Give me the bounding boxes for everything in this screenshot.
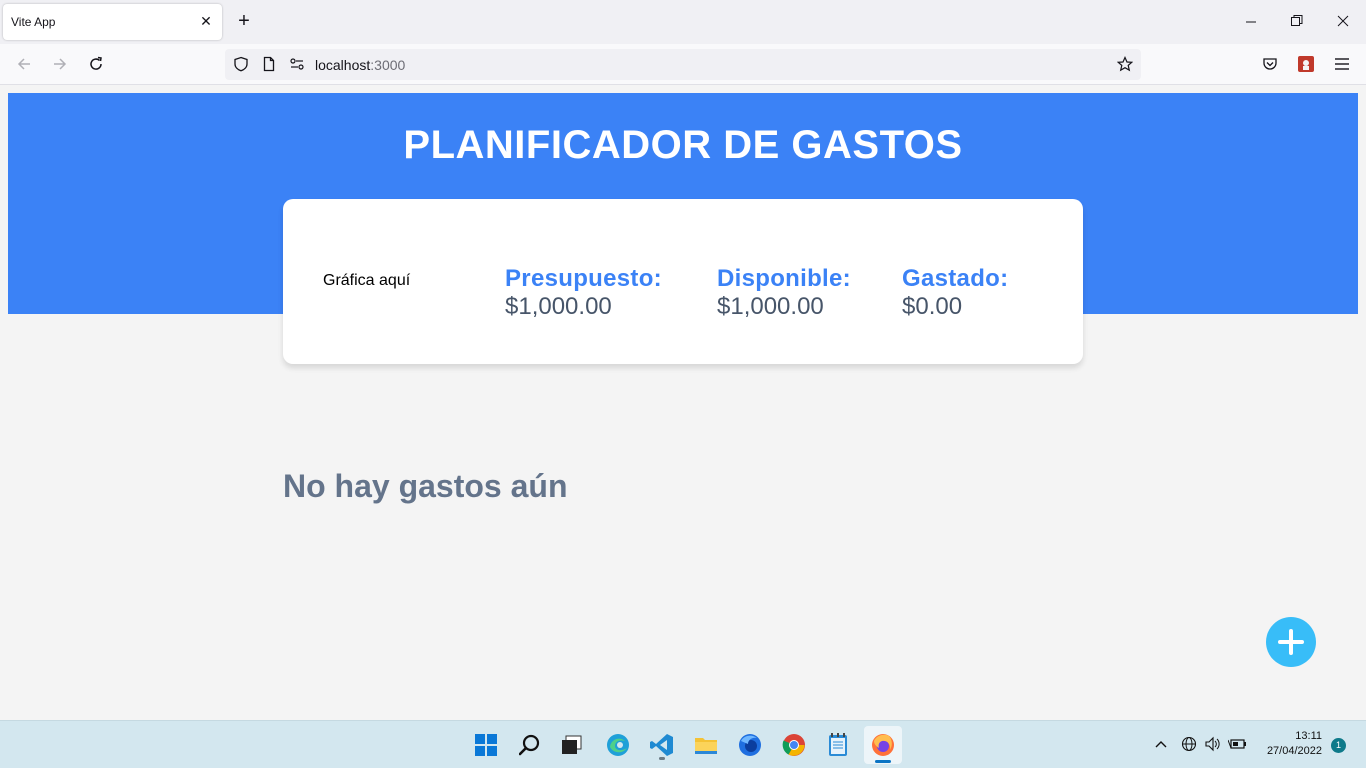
forward-icon[interactable] — [50, 54, 70, 74]
running-indicator — [659, 757, 665, 760]
tab-title: Vite App — [11, 15, 56, 29]
browser-tab[interactable]: Vite App ✕ — [3, 4, 222, 40]
url-host: localhost — [315, 57, 371, 73]
pocket-icon[interactable] — [1260, 54, 1280, 74]
windows-taskbar: 13:11 27/04/2022 1 — [0, 720, 1366, 768]
new-tab-icon[interactable]: + — [234, 11, 254, 31]
url-text: localhost:3000 — [315, 57, 405, 73]
budget-value: $1,000.00 — [505, 293, 612, 320]
add-expense-button[interactable] — [1266, 617, 1316, 667]
url-port: :3000 — [370, 57, 406, 73]
menu-icon[interactable] — [1332, 54, 1352, 74]
available-label: Disponible: — [717, 265, 851, 292]
shield-icon[interactable] — [231, 54, 251, 74]
available-value: $1,000.00 — [717, 293, 824, 320]
search-icon[interactable] — [514, 729, 546, 761]
minimize-icon[interactable] — [1241, 12, 1261, 32]
address-bar[interactable]: localhost:3000 — [225, 49, 1141, 80]
firefox-icon[interactable] — [864, 726, 902, 764]
restore-icon[interactable] — [1287, 12, 1307, 32]
vscode-icon[interactable] — [646, 729, 678, 761]
file-explorer-icon[interactable] — [690, 729, 722, 761]
chart-placeholder: Gráfica aquí — [323, 272, 411, 289]
reload-icon[interactable] — [86, 54, 106, 74]
spent-value: $0.00 — [902, 293, 963, 320]
windows-start-icon[interactable] — [470, 729, 502, 761]
chrome-icon[interactable] — [778, 729, 810, 761]
firefox-developer-icon[interactable] — [734, 729, 766, 761]
page-icon[interactable] — [259, 54, 279, 74]
notification-badge[interactable]: 1 — [1331, 738, 1346, 753]
notepad-icon[interactable] — [822, 729, 854, 761]
budget-label: Presupuesto: — [505, 265, 662, 292]
network-globe-icon[interactable] — [1180, 735, 1198, 753]
battery-icon[interactable] — [1228, 735, 1246, 753]
spent-label: Gastado: — [902, 265, 1009, 292]
system-clock[interactable]: 13:11 27/04/2022 — [1267, 729, 1322, 759]
page-title: PLANIFICADOR DE GASTOS — [403, 123, 963, 167]
extension-icon[interactable] — [1296, 54, 1316, 74]
bookmark-star-icon[interactable] — [1115, 54, 1135, 74]
permissions-icon[interactable] — [287, 54, 307, 74]
empty-expenses-message: No hay gastos aún — [283, 468, 568, 504]
close-tab-icon[interactable]: ✕ — [198, 13, 214, 29]
budget-summary-card: Gráfica aquí Presupuesto: $1,000.00 Disp… — [283, 199, 1083, 364]
volume-icon[interactable] — [1203, 735, 1221, 753]
back-icon[interactable] — [14, 54, 34, 74]
plus-icon — [1278, 629, 1304, 655]
chevron-up-icon[interactable] — [1152, 735, 1170, 753]
browser-toolbar: localhost:3000 — [0, 44, 1366, 85]
edge-icon[interactable] — [602, 729, 634, 761]
task-view-icon[interactable] — [556, 729, 588, 761]
budget-stat: Presupuesto: $1,000.00 — [505, 265, 662, 321]
clock-date: 27/04/2022 — [1266, 745, 1322, 757]
browser-tab-bar: Vite App ✕ + — [0, 0, 1366, 44]
active-indicator — [875, 760, 891, 763]
available-stat: Disponible: $1,000.00 — [717, 265, 851, 321]
clock-time: 13:11 — [1295, 730, 1322, 742]
spent-stat: Gastado: $0.00 — [902, 265, 1008, 321]
close-window-icon[interactable] — [1333, 12, 1353, 32]
